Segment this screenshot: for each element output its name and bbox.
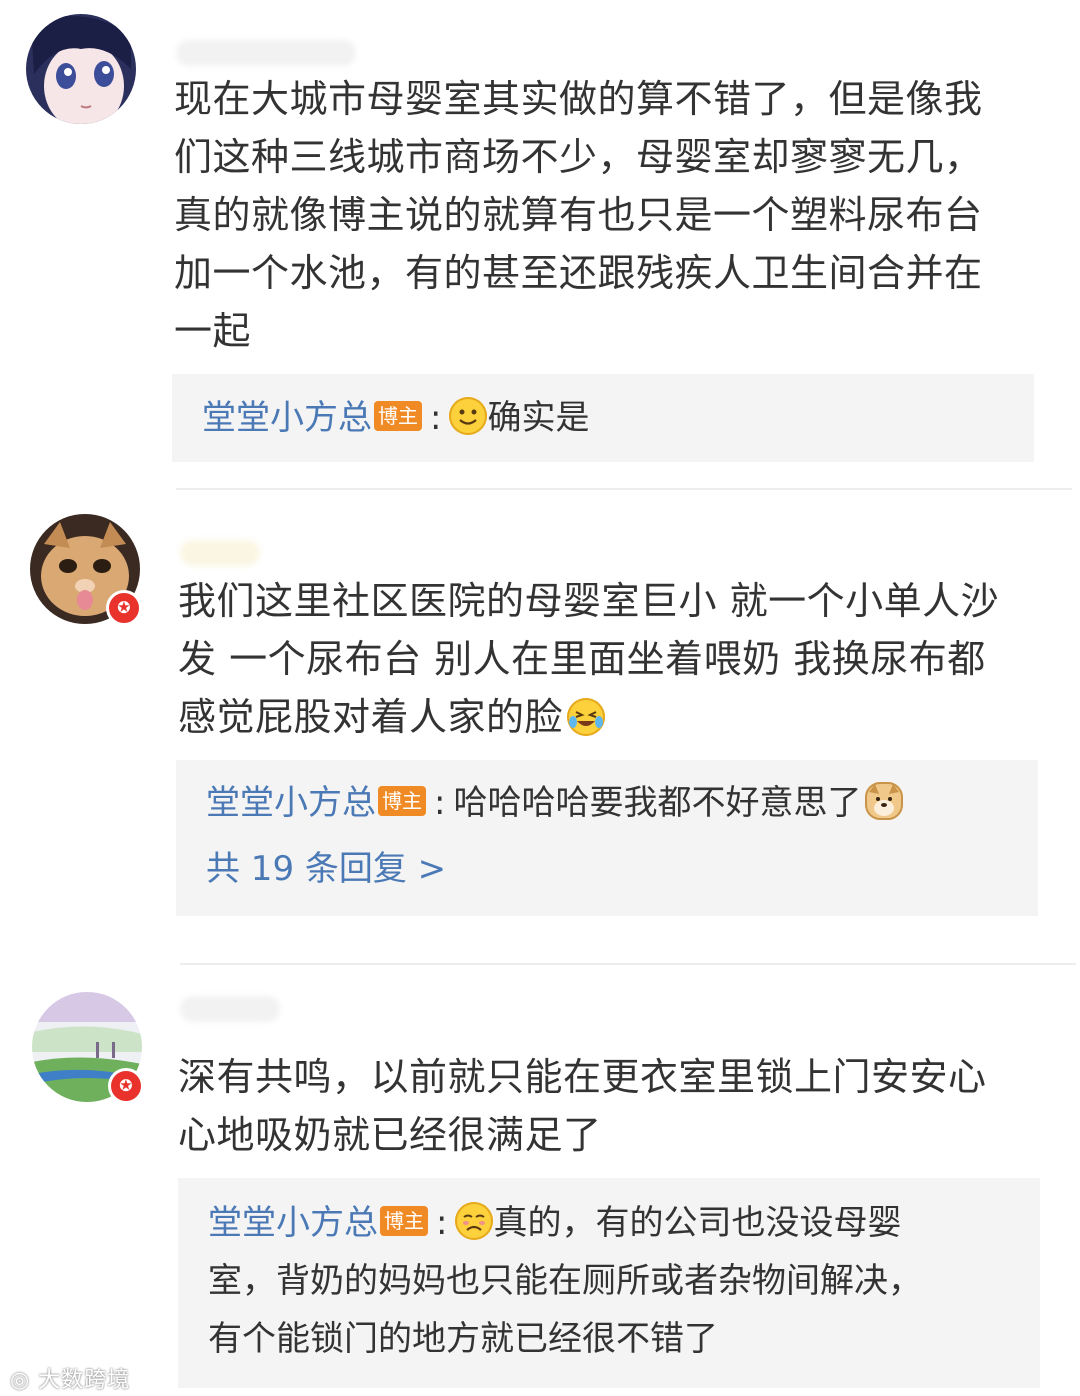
comment-divider (176, 488, 1072, 490)
reply-colon: : (430, 398, 442, 438)
reply-box[interactable]: 堂堂小方总 博主: 确实是 (172, 374, 1034, 462)
reply-line: 堂堂小方总 博主: 确实是 (202, 389, 589, 447)
reply-first-line: 堂堂小方总 博主: 真的，有的公司也没设母婴 (208, 1194, 1028, 1252)
reply-line: 堂堂小方总 博主: 哈哈哈哈要我都不好意思了 (206, 774, 904, 832)
watermark: ◎ 大数跨境 (10, 1362, 130, 1394)
laugh-cry-emoji-icon (567, 698, 606, 736)
sad-emoji-icon (455, 1202, 494, 1240)
comment-text: 现在大城市母婴室其实做的算不错了，但是像我 们这种三线城市商场不少，母婴室却寥寥… (174, 70, 1044, 360)
vip-badge-icon: ✪ (106, 590, 142, 626)
reply-box[interactable]: 堂堂小方总 博主: 真的，有的公司也没设母婴 室，背奶的妈妈也只能在厕所或者杂物间解… (178, 1178, 1040, 1388)
comment-text: 深有共鸣，以前就只能在更衣室里锁上门安安心 心地吸奶就已经很满足了 (178, 1048, 1048, 1164)
reply-text: 真的，有的公司也没设母婴 (493, 1203, 902, 1243)
username-blurred[interactable] (180, 540, 260, 566)
comment-divider (180, 963, 1076, 965)
comment-line: 真的就像博主说的就算有也只是一个塑料尿布台 (174, 193, 983, 237)
username-blurred[interactable] (180, 996, 280, 1022)
reply-author-link[interactable]: 堂堂小方总 (202, 398, 372, 438)
blogger-badge: 博主 (380, 1206, 428, 1236)
comment-line: 我们这里社区医院的母婴室巨小 就一个小单人沙 (178, 579, 1000, 623)
reply-text: 室，背奶的妈妈也只能在厕所或者杂物间解决， (208, 1261, 922, 1301)
reply-text: 确实是 (487, 398, 590, 438)
watermark-logo-icon: ◎ (10, 1368, 39, 1393)
reply-text: 有个能锁门的地方就已经很不错了 (208, 1319, 718, 1359)
blogger-badge: 博主 (378, 786, 426, 816)
vip-badge-icon: ✪ (108, 1068, 144, 1104)
comment-line-text: 感觉屁股对着人家的脸 (178, 695, 564, 739)
comment-line: 发 一个尿布台 别人在里面坐着喂奶 我换尿布都 (178, 637, 986, 681)
reply-line: 堂堂小方总 博主: 真的，有的公司也没设母婴 室，背奶的妈妈也只能在厕所或者杂物间解… (208, 1194, 1028, 1368)
blogger-badge: 博主 (374, 401, 422, 431)
comment-text: 我们这里社区医院的母婴室巨小 就一个小单人沙 发 一个尿布台 别人在里面坐着喂奶… (178, 572, 1048, 746)
user-avatar[interactable] (26, 14, 136, 124)
reply-text: 哈哈哈哈要我都不好意思了 (453, 783, 862, 823)
more-replies-link[interactable]: 共 19 条回复 > (206, 840, 446, 898)
comment-line: 感觉屁股对着人家的脸 (178, 688, 1048, 746)
comment-line: 现在大城市母婴室其实做的算不错了，但是像我 (174, 77, 983, 121)
comment-line: 深有共鸣，以前就只能在更衣室里锁上门安安心 (178, 1055, 987, 1099)
reply-author-link[interactable]: 堂堂小方总 (206, 783, 376, 823)
comment-line: 们这种三线城市商场不少，母婴室却寥寥无几， (174, 135, 983, 179)
comment-line: 心地吸奶就已经很满足了 (178, 1113, 602, 1157)
watermark-text: 大数跨境 (38, 1368, 131, 1393)
comment-line: 加一个水池，有的甚至还跟残疾人卫生间合并在 (174, 251, 983, 295)
reply-colon: : (436, 1203, 448, 1243)
anime-girl-avatar-icon (26, 14, 136, 124)
username-blurred[interactable] (176, 40, 356, 66)
smile-emoji-icon (449, 397, 488, 435)
reply-colon: : (434, 783, 446, 823)
doge-emoji-icon (865, 782, 904, 820)
reply-author-link[interactable]: 堂堂小方总 (208, 1203, 378, 1243)
comment-line: 一起 (174, 309, 252, 353)
reply-box[interactable]: 堂堂小方总 博主: 哈哈哈哈要我都不好意思了 共 19 条回复 > (176, 760, 1038, 916)
